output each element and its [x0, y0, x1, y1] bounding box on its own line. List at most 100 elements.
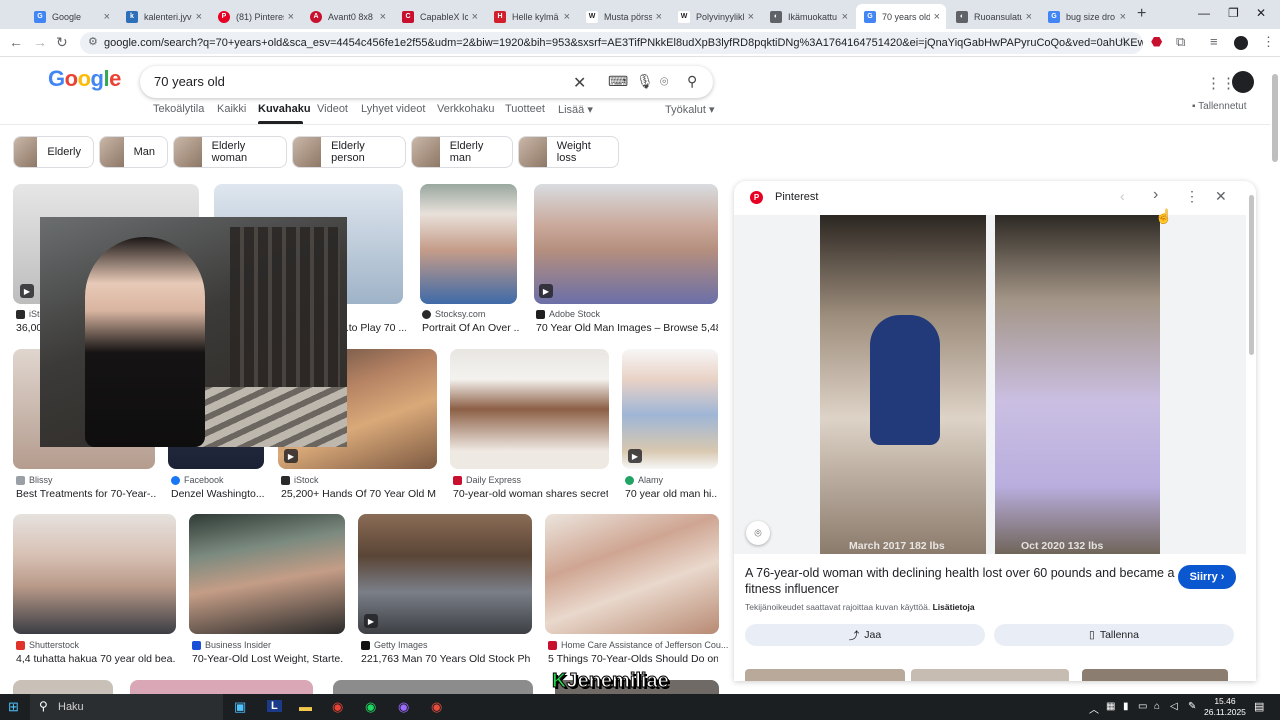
tab-close-icon[interactable]: × [1120, 11, 1126, 23]
share-button[interactable]: ⤴ Jaa [745, 624, 985, 646]
account-avatar[interactable] [1232, 71, 1254, 93]
result-image[interactable]: ▶ [622, 349, 718, 469]
tray-icon[interactable]: ▮ [1123, 701, 1129, 712]
tab-close-icon[interactable]: × [934, 11, 940, 23]
back-arrow-icon[interactable]: ← [9, 34, 23, 50]
result-title[interactable]: 25,200+ Hands Of 70 Year Old M... [281, 488, 436, 500]
tray-chevron-icon[interactable]: ︿ [1089, 701, 1099, 716]
result-title[interactable]: 70 year old man hi... [625, 488, 717, 500]
result-image[interactable]: ▶ [358, 514, 532, 634]
address-bar[interactable]: ⚙ google.com/search?q=70+years+old&sca_e… [80, 32, 1143, 54]
lens-search-icon[interactable]: ⌾ [746, 521, 770, 545]
browser-tab-polyvinyyli[interactable]: W Polyvinyyliklo × [670, 4, 760, 29]
tab-web[interactable]: Verkkohaku [437, 103, 494, 115]
tab-close-icon[interactable]: × [748, 11, 754, 23]
result-image[interactable] [333, 680, 533, 694]
browser-tab-70-years-old[interactable]: G 70 years old × [856, 4, 946, 29]
related-image[interactable] [745, 669, 905, 681]
related-image[interactable] [911, 669, 1069, 681]
chip-elderly-person[interactable]: Elderly person [292, 136, 406, 168]
clear-search-icon[interactable]: ✕ [573, 73, 586, 93]
obs-icon[interactable]: ◉ [431, 699, 442, 715]
taskbar-search[interactable]: ⚲ Haku [30, 694, 223, 720]
browser-menu-icon[interactable]: ⋮ [1262, 34, 1275, 50]
extension-shield-icon[interactable]: ⬣ [1151, 34, 1162, 50]
microphone-icon[interactable]: 🎙 [636, 73, 654, 90]
tab-images[interactable]: Kuvahaku [258, 103, 311, 115]
search-icon[interactable]: ⚲ [687, 73, 697, 90]
site-settings-icon[interactable]: ⚙ [88, 35, 98, 48]
restore-icon[interactable]: ❐ [1228, 6, 1239, 20]
bookmark-star-icon[interactable]: ☆ [1118, 34, 1130, 50]
chip-elderly-woman[interactable]: Elderly woman [173, 136, 287, 168]
preview-image[interactable]: March 2017 182 lbs Oct 2020 132 lbs ⌾ [734, 215, 1246, 554]
app-icon[interactable]: L [267, 700, 282, 712]
tab-close-icon[interactable]: × [196, 11, 202, 23]
google-logo[interactable]: Google [48, 66, 121, 92]
tools-dropdown[interactable]: Työkalut ▾ [665, 103, 715, 116]
minimize-icon[interactable]: — [1198, 6, 1210, 20]
result-title[interactable]: Best Treatments for 70-Year-... [16, 488, 156, 500]
tab-short-videos[interactable]: Lyhyet videot [361, 103, 425, 115]
result-title[interactable]: 221,763 Man 70 Years Old Stock Ph... [361, 653, 531, 665]
result-image[interactable] [13, 514, 176, 634]
tab-all[interactable]: Kaikki [217, 103, 246, 115]
tab-close-icon[interactable]: × [380, 11, 386, 23]
extensions-puzzle-icon[interactable]: ⧉ [1176, 34, 1185, 50]
tab-ai-mode[interactable]: Tekoälytila [153, 103, 204, 115]
more-options-icon[interactable]: ⋮ [1185, 188, 1199, 205]
chip-man[interactable]: Man [99, 136, 168, 168]
result-image[interactable] [13, 680, 113, 694]
tray-icon[interactable]: ▦ [1106, 701, 1115, 712]
save-button[interactable]: ▯ Tallenna [994, 624, 1234, 646]
browser-tab-capablex[interactable]: C CapableX Ice × [394, 4, 484, 29]
browser-tab-ruoansulatus[interactable]: ◐ Ruoansulatu × [948, 4, 1038, 29]
network-icon[interactable]: ⌂ [1154, 701, 1160, 712]
browser-tab-avant[interactable]: A Avant0 8x8 × [302, 4, 392, 29]
saved-link[interactable]: ▪ Tallennetut [1192, 101, 1247, 112]
related-image[interactable] [1082, 669, 1228, 681]
browser-tab-kalenteri[interactable]: k kalenteri.jyväs × [118, 4, 208, 29]
chrome-icon[interactable]: ◉ [332, 699, 343, 715]
spotify-icon[interactable]: ◉ [365, 699, 376, 715]
volume-icon[interactable]: ◁ [1170, 701, 1178, 712]
previous-chevron-icon[interactable]: ‹ [1120, 188, 1125, 204]
tab-close-icon[interactable]: × [656, 11, 662, 23]
windows-start-icon[interactable]: ⊞ [8, 699, 19, 715]
search-box[interactable]: 70 years old ✕ ⌨ 🎙 ⌾ ⚲ [140, 66, 713, 98]
tab-close-icon[interactable]: × [472, 11, 478, 23]
preview-title[interactable]: A 76-year-old woman with declining healt… [745, 565, 1175, 597]
result-title[interactable]: 70-year-old woman shares secret... [453, 488, 608, 500]
preview-source-name[interactable]: Pinterest [775, 191, 818, 203]
keyboard-icon[interactable]: ⌨ [608, 73, 628, 90]
page-scrollbar[interactable] [1272, 74, 1278, 162]
tab-more[interactable]: Lisää ▾ [558, 103, 593, 116]
tab-close-icon[interactable]: × [288, 11, 294, 23]
browser-tab-musta-porssi[interactable]: W Musta pörssi × [578, 4, 668, 29]
browser-tab-pinterest[interactable]: P (81) Pinterest × [210, 4, 300, 29]
browser-tab-ikamuokattu[interactable]: ◐ Ikämuokattu × [762, 4, 854, 29]
new-tab-icon[interactable]: + [1137, 5, 1146, 23]
profile-avatar-icon[interactable] [1234, 36, 1248, 50]
result-image[interactable] [545, 514, 719, 634]
app-icon[interactable]: ▣ [234, 699, 246, 715]
pen-icon[interactable]: ✎ [1188, 701, 1196, 712]
tray-icon[interactable]: ▭ [1138, 701, 1147, 712]
result-title[interactable]: Denzel Washingto... [171, 488, 267, 500]
taskbar-clock[interactable]: 15.46 26.11.2025 [1204, 696, 1246, 718]
result-title[interactable]: ...to Play 70 ... [340, 322, 406, 334]
close-window-icon[interactable]: ✕ [1256, 6, 1266, 20]
result-title[interactable]: Portrait Of An Over ... [422, 322, 520, 334]
forward-arrow-icon[interactable]: → [33, 34, 47, 50]
tab-shopping[interactable]: Tuotteet [505, 103, 545, 115]
file-explorer-icon[interactable]: ▬ [299, 699, 312, 714]
browser-tab-bug-size[interactable]: Gbug size dro × [1040, 4, 1132, 29]
chip-elderly[interactable]: Elderly [13, 136, 94, 168]
tab-close-icon[interactable]: × [564, 11, 570, 23]
result-title[interactable]: 4,4 tuhatta hakua 70 year old bea... [16, 653, 176, 665]
tab-close-icon[interactable]: × [104, 11, 110, 23]
result-title[interactable]: 70-Year-Old Lost Weight, Starte... [192, 653, 344, 665]
app-icon[interactable]: ◉ [398, 699, 409, 715]
result-image[interactable] [420, 184, 517, 304]
result-title[interactable]: 70 Year Old Man Images – Browse 5,48... [536, 322, 718, 334]
